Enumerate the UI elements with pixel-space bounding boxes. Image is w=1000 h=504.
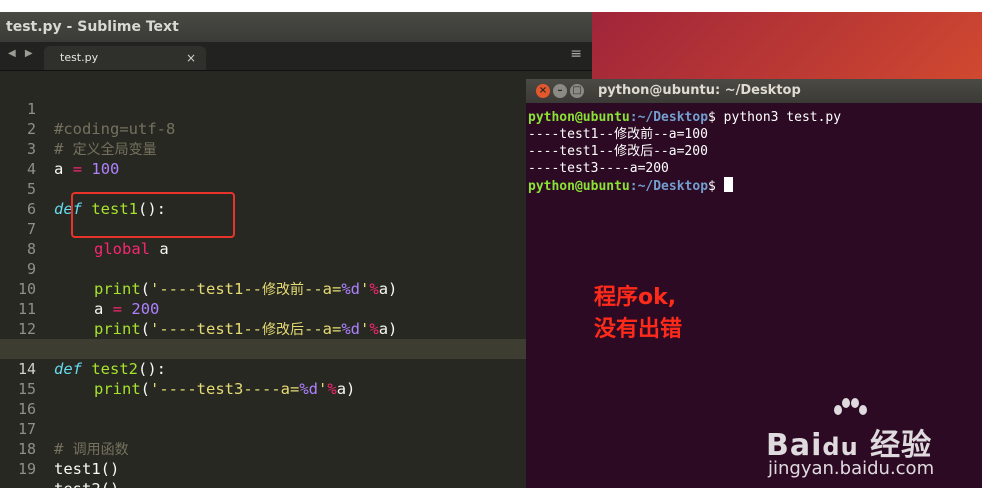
prompt-user: python@ubuntu bbox=[528, 179, 630, 194]
terminal-output-line: ----test1--修改后--a=200 bbox=[528, 144, 708, 159]
terminal-titlebar: × – □ python@ubuntu: ~/Desktop bbox=[526, 79, 982, 103]
code-line: 10 a = 200 bbox=[0, 259, 592, 318]
annotation-highlight-box bbox=[71, 192, 235, 238]
menu-icon[interactable]: ≡ bbox=[570, 46, 582, 62]
text-cursor bbox=[723, 177, 733, 192]
code-line: 2 # 定义全局变量 bbox=[0, 99, 592, 158]
sublime-window: test.py - Sublime Text ◀ ▶ test.py × ≡ 1… bbox=[0, 12, 592, 488]
code-line: 1 #coding=utf-8 bbox=[0, 79, 592, 138]
prompt-symbol: $ bbox=[708, 179, 724, 194]
prompt-path: :~/Desktop bbox=[629, 110, 709, 125]
command-text: $ python3 test.py bbox=[708, 110, 842, 125]
annotation-line: 没有出错 bbox=[594, 317, 683, 342]
code-line: 5 def test1(): bbox=[0, 159, 592, 218]
maximize-window-button[interactable]: □ bbox=[570, 84, 584, 98]
code-line: 16 bbox=[0, 379, 592, 418]
close-window-button[interactable]: × bbox=[536, 84, 550, 98]
terminal-output-line: ----test3----a=200 bbox=[528, 161, 669, 176]
code-line: 4 bbox=[0, 139, 592, 178]
tab-label: test.py bbox=[60, 51, 99, 64]
line-number: 19 bbox=[17, 460, 36, 478]
terminal-command-line: python@ubuntu:~/Desktop$ python3 test.py bbox=[528, 109, 841, 126]
code-line: 13 def test2(): bbox=[0, 319, 592, 378]
code-editor[interactable]: 1 #coding=utf-8 2 # 定义全局变量 3 a = 100 4 5… bbox=[0, 71, 592, 488]
code-line: 3 a = 100 bbox=[0, 119, 592, 178]
code-call: test1() bbox=[54, 460, 120, 478]
code-line: 18 test1() bbox=[0, 419, 592, 478]
code-line-current: 14 print('----test3----a=%d'%a) bbox=[0, 339, 592, 398]
terminal-output-line: ----test1--修改前--a=100 bbox=[528, 127, 708, 142]
code-line: 15 bbox=[0, 359, 592, 398]
watermark-url: jingyan.baidu.com bbox=[768, 458, 935, 479]
terminal-title: python@ubuntu: ~/Desktop bbox=[598, 83, 801, 98]
close-icon[interactable]: × bbox=[186, 46, 196, 70]
terminal-output: python@ubuntu:~/Desktop$ python3 test.py… bbox=[528, 109, 841, 195]
code-line: 19 test2() bbox=[0, 439, 592, 488]
sublime-titlebar: test.py - Sublime Text bbox=[0, 12, 592, 42]
code-line: 9 print('----test1--修改前--a=%d'%a) bbox=[0, 239, 592, 298]
prompt-user: python@ubuntu bbox=[528, 110, 630, 125]
tab-bar: ◀ ▶ test.py × ≡ bbox=[0, 42, 592, 71]
annotation-text: 程序ok, 没有出错 bbox=[594, 282, 682, 346]
terminal-prompt-line[interactable]: python@ubuntu:~/Desktop$ bbox=[528, 177, 841, 195]
code-line: 12 bbox=[0, 299, 592, 338]
annotation-line: 程序ok, bbox=[594, 285, 677, 310]
prompt-path: :~/Desktop bbox=[629, 179, 709, 194]
tab-nav-arrows-icon[interactable]: ◀ ▶ bbox=[8, 48, 36, 59]
baidu-jingyan-watermark: Baidu 经验 jingyan.baidu.com bbox=[766, 398, 966, 482]
code-line: 17 # 调用函数 bbox=[0, 399, 592, 458]
tab-test-py[interactable]: test.py × bbox=[44, 46, 206, 70]
code-line: 11 print('----test1--修改后--a=%d'%a) bbox=[0, 279, 592, 338]
code-call: test2() bbox=[54, 479, 119, 488]
minimize-window-button[interactable]: – bbox=[553, 84, 567, 98]
